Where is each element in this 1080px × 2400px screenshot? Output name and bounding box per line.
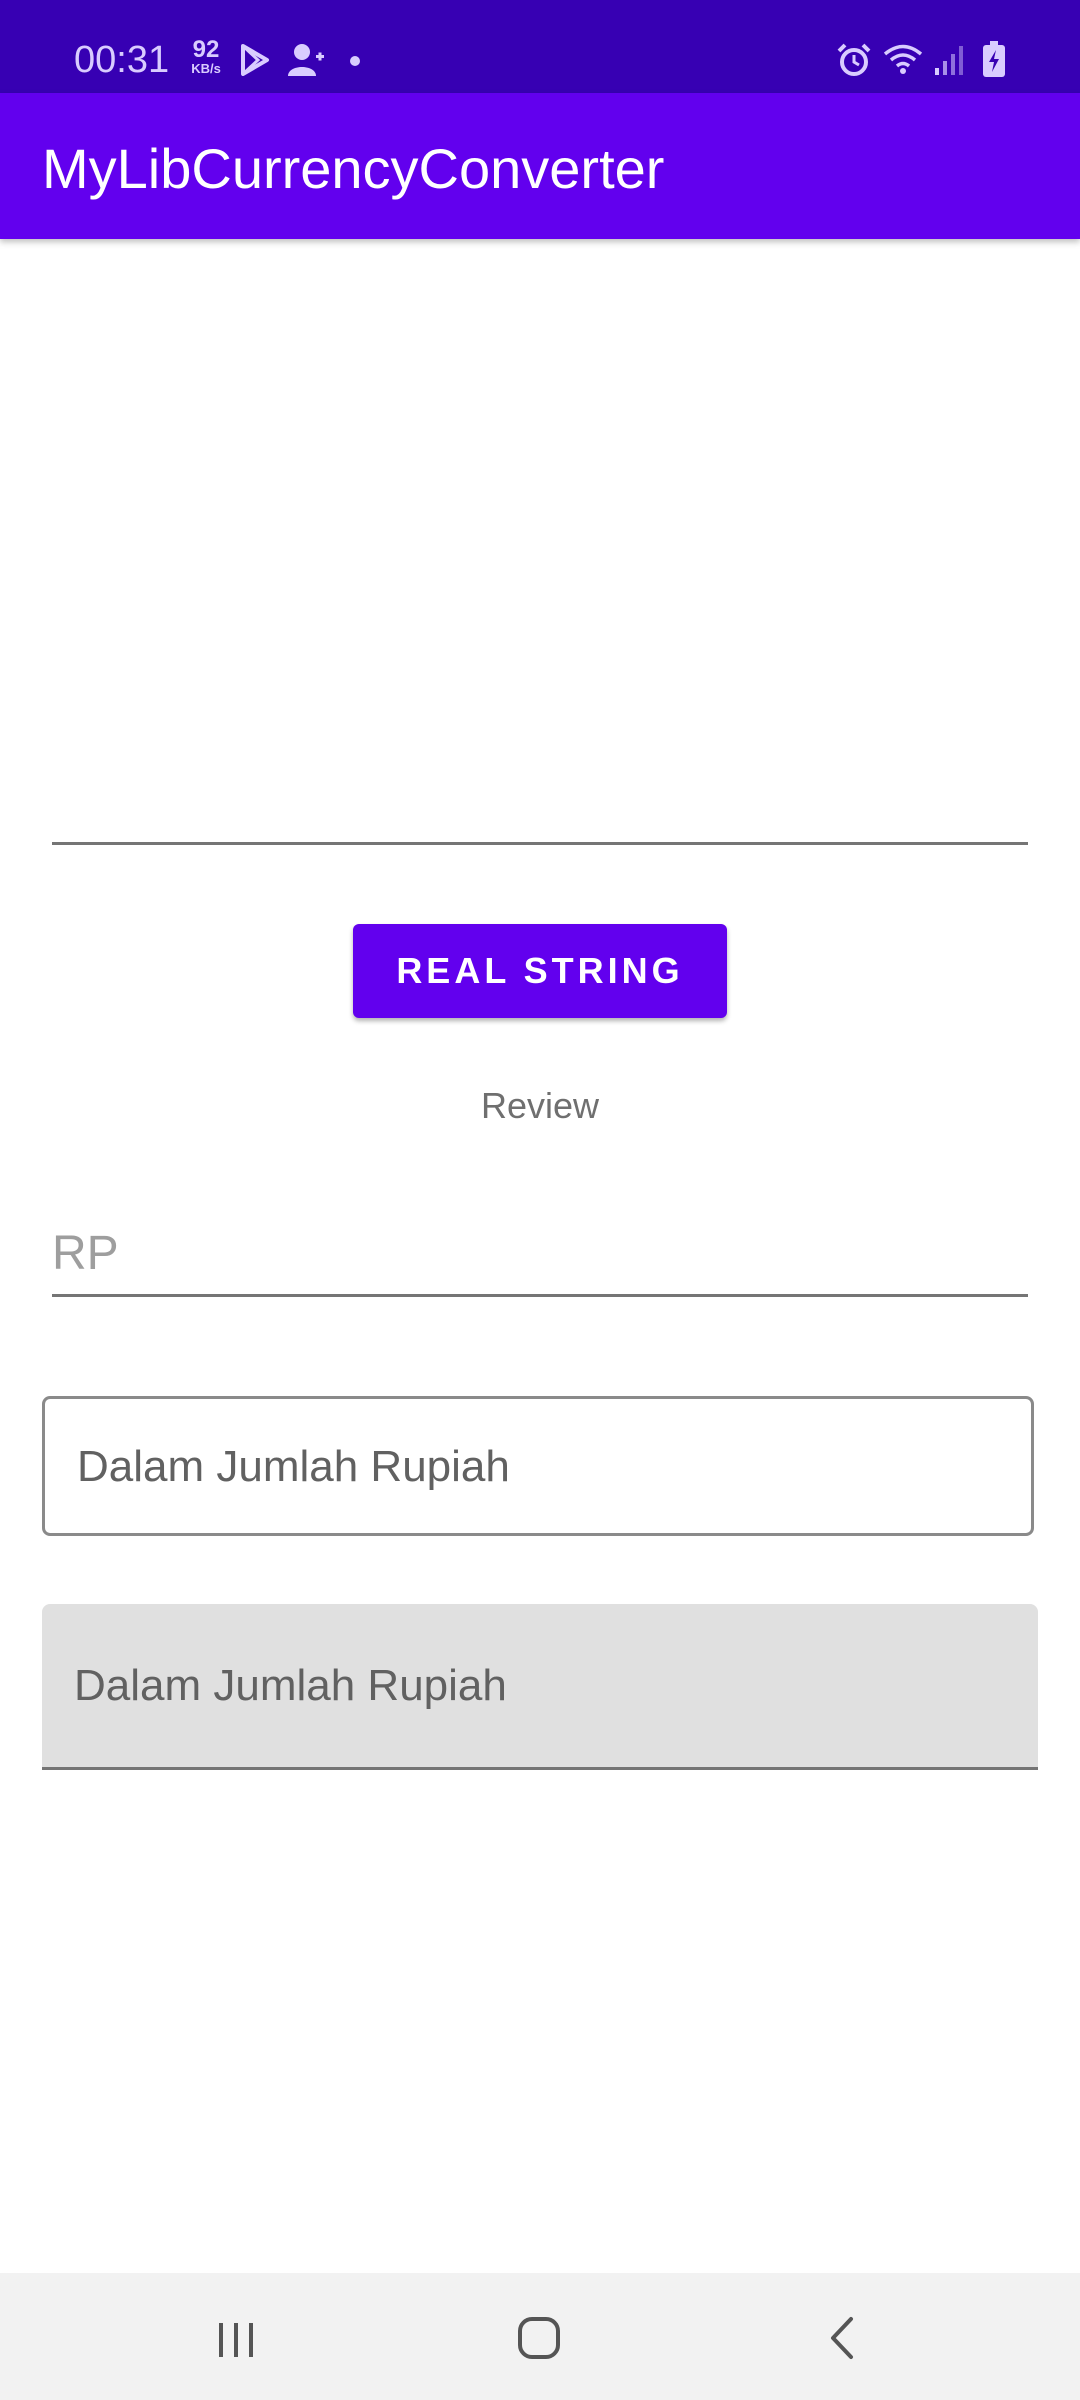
review-text: Review [480, 1085, 600, 1126]
app-title: MyLibCurrencyConverter [42, 137, 665, 200]
recents-icon[interactable] [181, 2293, 291, 2383]
amount-input[interactable] [52, 780, 1028, 845]
battery-charging-icon [982, 40, 1006, 83]
rupiah-outlined-hint: Dalam Jumlah Rupiah [77, 1442, 510, 1491]
status-time: 00:31 [74, 39, 170, 81]
network-speed-unit: KB/s [191, 61, 221, 76]
app-bar: MyLibCurrencyConverter [0, 93, 1080, 239]
wifi-icon [882, 42, 924, 81]
alarm-icon [836, 42, 872, 83]
rp-input-hint: RP [52, 1227, 119, 1280]
navigation-bar [0, 2273, 1080, 2400]
back-icon[interactable] [788, 2293, 898, 2383]
rupiah-outlined-field[interactable]: Dalam Jumlah Rupiah [42, 1396, 1034, 1536]
real-string-button[interactable]: REAL STRING [353, 924, 727, 1018]
status-bar: 00:31 92 KB/s [0, 0, 1080, 93]
dot-icon [349, 54, 361, 72]
home-icon[interactable] [484, 2293, 594, 2383]
rupiah-filled-field[interactable]: Dalam Jumlah Rupiah [42, 1604, 1038, 1770]
network-speed: 92 KB/s [186, 38, 226, 76]
play-store-icon [240, 44, 270, 81]
signal-icon [934, 44, 964, 81]
rp-input[interactable] [52, 1212, 1028, 1297]
add-user-icon [286, 42, 326, 83]
network-speed-value: 92 [192, 36, 220, 63]
rupiah-filled-hint: Dalam Jumlah Rupiah [74, 1661, 507, 1710]
